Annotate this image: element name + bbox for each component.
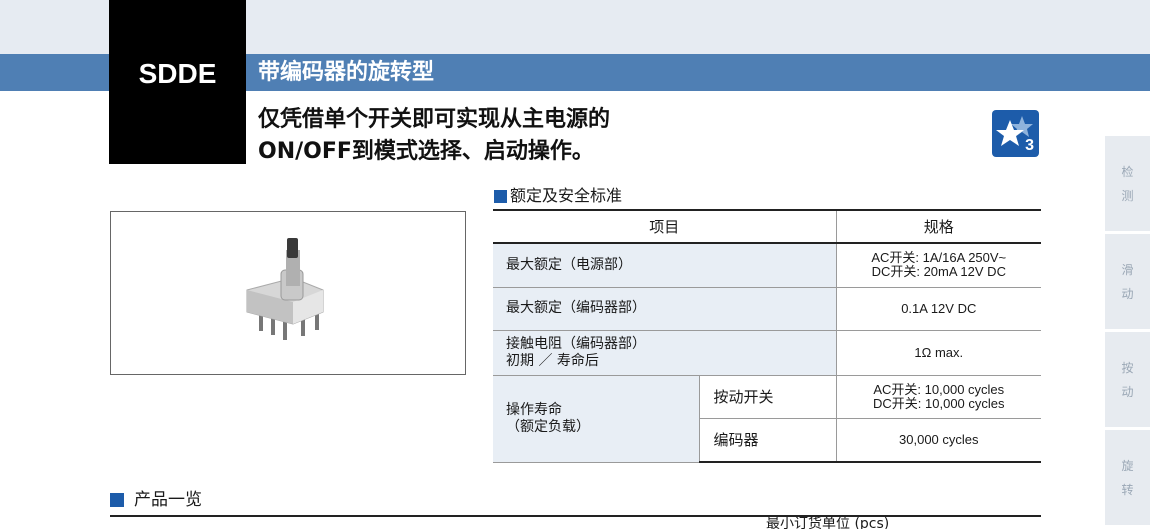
value-line: DC开关: 10,000 cycles — [873, 395, 1005, 411]
product-photo — [110, 211, 466, 375]
side-tabs: 检 测 滑 动 按 动 旋 转 — [1105, 136, 1150, 528]
table-row: 最大额定（编码器部） 0.1A 12V DC — [493, 286, 1041, 331]
encoder-switch-image — [246, 238, 324, 340]
table-row: 接触电阻（编码器部） 初期 ／ 寿命后 1Ω max. — [493, 329, 1041, 376]
products-heading-text: 产品一览 — [134, 490, 202, 510]
row-subitem: 按动开关 — [698, 374, 837, 419]
row-item: 接触电阻（编码器部） 初期 ／ 寿命后 — [493, 329, 837, 376]
side-tab-rotary[interactable]: 旋 转 — [1105, 430, 1150, 525]
col-header-min-order: 最小订货单位 (pcs) — [766, 516, 890, 529]
table-row: 最大额定（电源部） AC开关: 1A/16A 250V~ DC开关: 20mA … — [493, 242, 1041, 288]
value-line: AC开关: 1A/16A 250V~ — [871, 250, 1007, 266]
row-item: 最大额定（编码器部） — [493, 286, 837, 331]
side-tab-label: 转 — [1121, 482, 1134, 497]
side-tab-label: 测 — [1121, 188, 1134, 203]
row-value: 1Ω max. — [835, 329, 1041, 376]
headline-line-1: 仅凭借单个开关即可实现从主电源的 — [258, 107, 611, 132]
headline: 仅凭借单个开关即可实现从主电源的 ON/OFF到模式选择、启动操作。 — [258, 104, 610, 168]
row-value: 30,000 cycles — [835, 417, 1041, 463]
side-tab-label: 旋 — [1121, 458, 1134, 473]
row-item: 最大额定（电源部） — [493, 242, 837, 288]
col-header-spec: 规格 — [835, 209, 1041, 244]
stars-badge: 3 — [992, 110, 1039, 157]
row-value: 0.1A 12V DC — [835, 286, 1041, 331]
products-table-header: 最小订货单位 (pcs) — [110, 515, 1041, 529]
side-tab-label: 检 — [1121, 164, 1134, 179]
row-subitem: 编码器 — [699, 417, 837, 463]
item-line: 初期 ／ 寿命后 — [506, 352, 599, 369]
table-header-row: 项目 规格 — [493, 209, 1041, 244]
col-header-item: 项目 — [493, 209, 837, 244]
side-tab-label: 动 — [1121, 286, 1134, 301]
square-bullet-icon — [110, 493, 124, 507]
item-line: （额定负载） — [506, 418, 590, 435]
model-code: SDDE — [138, 58, 217, 89]
value-line: AC开关: 10,000 cycles — [873, 381, 1005, 397]
headline-line-2: ON/OFF到模式选择、启动操作。 — [258, 139, 594, 164]
row-value: AC开关: 10,000 cycles DC开关: 10,000 cycles — [835, 374, 1041, 419]
ratings-heading: 额定及安全标准 — [494, 185, 622, 207]
item-line: 接触电阻（编码器部） — [506, 335, 646, 352]
products-heading: 产品一览 — [110, 489, 202, 511]
square-bullet-icon — [494, 189, 507, 203]
item-line: 操作寿命 — [506, 401, 562, 418]
side-tab-label: 滑 — [1121, 262, 1134, 277]
row-item: 操作寿命 （额定负载） — [493, 374, 700, 463]
side-tab-slide[interactable]: 滑 动 — [1105, 234, 1150, 329]
ratings-heading-text: 额定及安全标准 — [510, 186, 623, 205]
side-tab-detect[interactable]: 检 测 — [1105, 136, 1150, 231]
row-value: AC开关: 1A/16A 250V~ DC开关: 20mA 12V DC — [835, 242, 1041, 288]
badge-number: 3 — [1025, 137, 1034, 154]
ratings-table: 项目 规格 最大额定（电源部） AC开关: 1A/16A 250V~ DC开关:… — [493, 209, 1041, 463]
table-row: 操作寿命 （额定负载） 按动开关 AC开关: 10,000 cycles DC开… — [493, 374, 1041, 463]
series-title: 带编码器的旋转型 — [258, 60, 435, 85]
value-line: DC开关: 20mA 12V DC — [871, 264, 1006, 280]
side-tab-push[interactable]: 按 动 — [1105, 332, 1150, 427]
side-tab-label: 按 — [1121, 360, 1134, 375]
side-tab-label: 动 — [1121, 384, 1134, 399]
